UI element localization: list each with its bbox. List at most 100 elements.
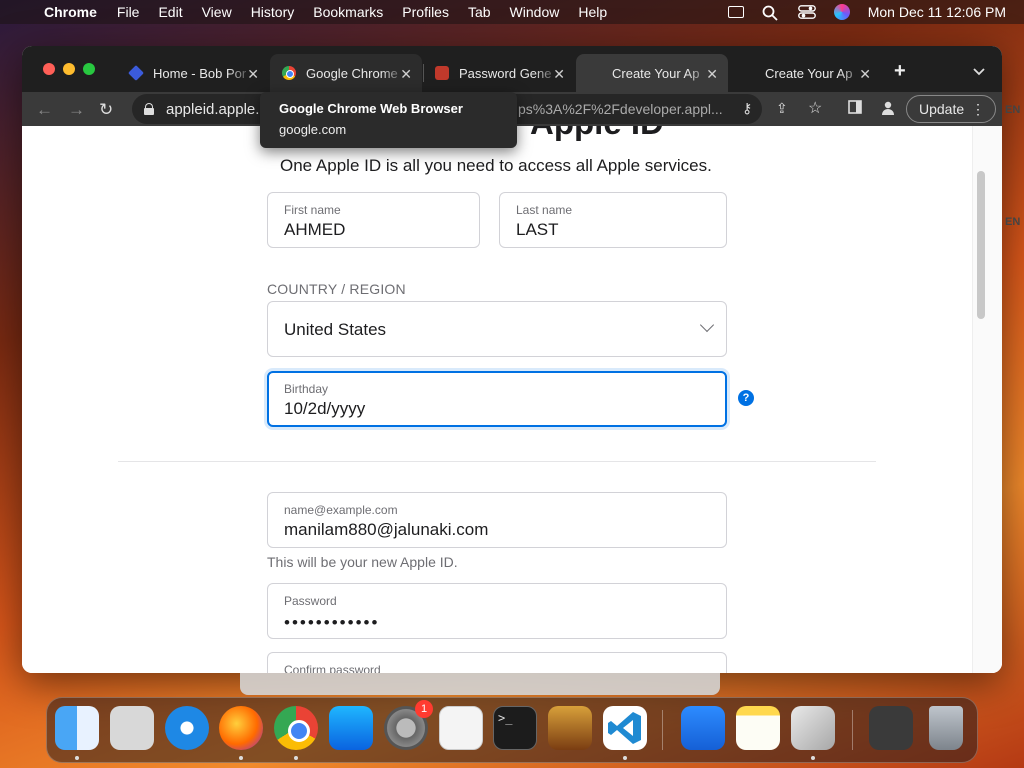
vscode-icon[interactable]	[603, 706, 647, 750]
menu-profiles[interactable]: Profiles	[402, 4, 449, 20]
tab-home-bob[interactable]: Home - Bob Por ✕	[117, 54, 269, 92]
chrome-favicon-icon	[282, 66, 296, 80]
update-button[interactable]: Update ⋮	[906, 95, 996, 123]
password-label: Password	[284, 594, 337, 608]
tab-close-icon[interactable]: ✕	[247, 66, 259, 83]
tab-title: Password Gene	[459, 65, 552, 81]
password-field[interactable]: Password ••••••••••••	[267, 583, 727, 639]
dock: 1 >_	[46, 697, 978, 763]
tab-title: Google Chrome	[306, 65, 398, 81]
tooltip-title: Google Chrome Web Browser	[279, 101, 463, 116]
profile-avatar-icon[interactable]	[880, 100, 896, 119]
control-center-icon[interactable]	[797, 5, 816, 19]
menu-tab[interactable]: Tab	[468, 4, 491, 20]
dock-separator	[662, 710, 663, 750]
country-selected-value: United States	[284, 320, 387, 339]
birthday-field[interactable]: Birthday 10/2d/yyyy	[267, 371, 727, 427]
minimize-window-button[interactable]	[63, 63, 75, 75]
tab-search-chevron-icon[interactable]	[973, 63, 985, 81]
launchpad-icon[interactable]	[110, 706, 154, 750]
side-input-label: EN	[1005, 104, 1021, 116]
more-menu-icon[interactable]: ⋮	[971, 96, 985, 122]
downloads-folder-icon[interactable]	[869, 706, 913, 750]
section-divider	[118, 461, 876, 462]
address-bar-url: appleid.apple.c	[166, 100, 267, 118]
menu-help[interactable]: Help	[578, 4, 607, 20]
trash-icon[interactable]	[929, 706, 963, 750]
country-region-label: COUNTRY / REGION	[267, 281, 406, 297]
preview-icon[interactable]	[791, 706, 835, 750]
chrome-icon[interactable]	[274, 706, 318, 750]
tab-title: Home - Bob Por	[153, 65, 247, 81]
finder-icon[interactable]	[55, 706, 99, 750]
password-value: ••••••••••••	[284, 613, 380, 632]
birthday-label: Birthday	[284, 382, 329, 396]
tab-password-generator[interactable]: Password Gene ✕	[423, 54, 575, 92]
notes-icon[interactable]	[736, 706, 780, 750]
screen-mirroring-icon[interactable]	[727, 6, 744, 18]
menu-app-name[interactable]: Chrome	[44, 4, 97, 20]
help-icon[interactable]: ?	[738, 390, 754, 406]
menu-window[interactable]: Window	[510, 4, 560, 20]
chevron-down-icon	[699, 317, 715, 333]
siri-icon[interactable]	[833, 4, 850, 20]
last-name-label: Last name	[516, 203, 573, 217]
tab-close-icon[interactable]: ✕	[553, 66, 565, 83]
passwords-key-icon[interactable]: ⚷	[742, 100, 752, 117]
app-store-icon[interactable]	[329, 706, 373, 750]
tab-close-icon[interactable]: ✕	[706, 66, 718, 83]
menu-edit[interactable]: Edit	[158, 4, 182, 20]
safari-icon[interactable]	[165, 706, 209, 750]
fullscreen-window-button[interactable]	[83, 63, 95, 75]
tab-create-apple-id[interactable]: Create Your Ap ✕	[729, 54, 881, 92]
menu-view[interactable]: View	[202, 4, 232, 20]
menu-bookmarks[interactable]: Bookmarks	[313, 4, 383, 20]
menu-clock[interactable]: Mon Dec 11 12:06 PM	[868, 4, 1006, 20]
confirm-password-label: Confirm password	[284, 663, 381, 673]
forward-arrow-icon[interactable]: →	[68, 100, 85, 120]
menu-bar: Chrome File Edit View History Bookmarks …	[0, 0, 1024, 24]
tab-hover-tooltip: Google Chrome Web Browser google.com	[260, 92, 517, 148]
window-resize-shadow	[240, 673, 720, 695]
firefox-icon[interactable]	[219, 706, 263, 750]
new-tab-button[interactable]: +	[894, 60, 906, 83]
reload-icon[interactable]: ↻	[99, 100, 113, 120]
email-field[interactable]: name@example.com manilam880@jalunaki.com	[267, 492, 727, 548]
dock-separator	[852, 710, 853, 750]
page-subtitle: One Apple ID is all you need to access a…	[280, 156, 712, 175]
share-icon[interactable]: ⇪	[776, 100, 788, 117]
back-arrow-icon[interactable]: ←	[36, 100, 53, 120]
address-bar-url-tail: ps%3A%2F%2Fdeveloper.appl...	[518, 101, 723, 117]
side-panel-icon[interactable]	[848, 100, 862, 117]
password-favicon-icon	[435, 66, 449, 80]
apple-favicon-icon	[588, 66, 602, 80]
update-button-label: Update	[919, 101, 965, 117]
close-window-button[interactable]	[43, 63, 55, 75]
lock-icon[interactable]	[144, 103, 154, 115]
menu-file[interactable]: File	[117, 4, 140, 20]
email-placeholder-label: name@example.com	[284, 503, 398, 517]
last-name-field[interactable]: Last name LAST	[499, 192, 727, 248]
scrollbar-thumb[interactable]	[977, 171, 985, 319]
bookmark-star-icon[interactable]: ☆	[808, 98, 822, 118]
weather-icon[interactable]	[681, 706, 725, 750]
last-name-value: LAST	[516, 220, 559, 239]
tooltip-subtitle: google.com	[279, 122, 347, 137]
terminal-icon[interactable]: >_	[493, 706, 537, 750]
country-select[interactable]: United States	[267, 301, 727, 357]
textedit-icon[interactable]	[439, 706, 483, 750]
tab-close-icon[interactable]: ✕	[859, 66, 871, 83]
email-hint: This will be your new Apple ID.	[267, 554, 458, 570]
tab-google-chrome[interactable]: Google Chrome ✕	[270, 54, 422, 92]
tab-close-icon[interactable]: ✕	[400, 66, 412, 83]
first-name-field[interactable]: First name AHMED	[267, 192, 480, 248]
menu-history[interactable]: History	[251, 4, 295, 20]
apple-favicon-icon	[741, 66, 755, 80]
side-input-label: EN	[1005, 216, 1021, 228]
garageband-icon[interactable]	[548, 706, 592, 750]
first-name-label: First name	[284, 203, 341, 217]
confirm-password-field[interactable]: Confirm password	[267, 652, 727, 673]
running-indicator	[623, 756, 627, 760]
tab-create-apple-id-active[interactable]: Create Your Ap ✕	[576, 54, 728, 92]
spotlight-search-icon[interactable]	[762, 5, 780, 21]
